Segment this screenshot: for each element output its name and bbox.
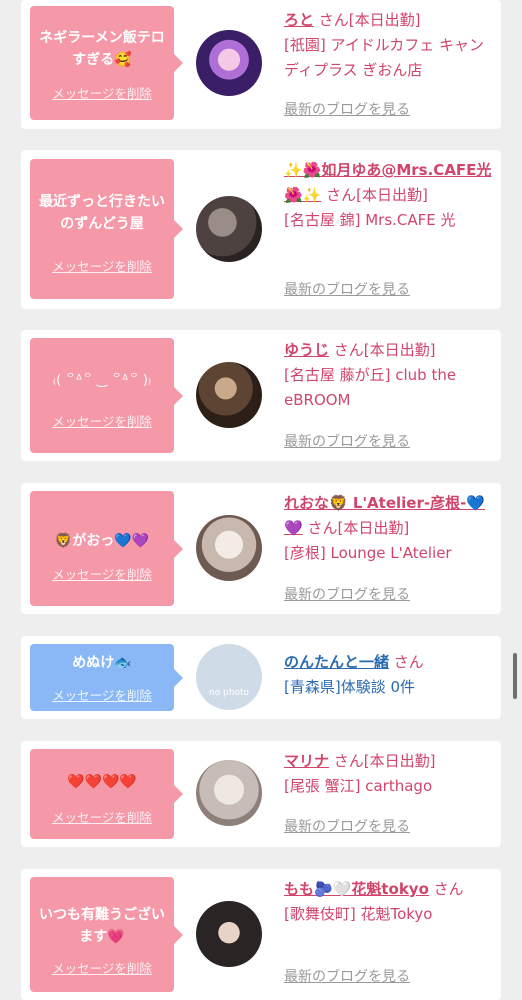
message-text: ネギラーメン飯テロすぎる🥰 [39,30,165,68]
avatar[interactable] [196,196,262,262]
delete-message-link[interactable]: メッセージを削除 [30,958,174,977]
avatar[interactable] [196,515,262,581]
shop-name: [名古屋 錦] Mrs.CAFE 光 [284,211,456,229]
message-card: めぬけ🐟 メッセージを削除 no photo のんたんと一緒 さん [青森県]体… [21,636,501,719]
user-name-link[interactable]: ろと [284,11,314,29]
user-name-link[interactable]: のんたんと一緒 [284,653,389,671]
avatar[interactable] [196,362,262,428]
message-card: ネギラーメン飯テロすぎる🥰 メッセージを削除 ろと さん[本日出勤] [祇園] … [21,0,501,129]
user-suffix: さん[本日出勤] [318,11,421,29]
user-info: れおな🦁 L'Atelier-彦根-💙💜 さん[本日出勤] [彦根] Loung… [284,491,494,566]
avatar[interactable]: no photo [196,644,262,710]
avatar[interactable] [196,760,262,826]
message-bubble: 最近ずっと行きたいのずんどう屋 メッセージを削除 [30,159,183,299]
delete-message-link[interactable]: メッセージを削除 [30,256,174,275]
delete-message-link[interactable]: メッセージを削除 [30,564,174,583]
latest-blog-link[interactable]: 最新のブログを見る [284,431,410,451]
user-name-link[interactable]: ゆうじ [284,341,329,359]
message-text: ₍( ꒪ᐞ꒪ ‿ ꒪ᐞ꒪ )₎ [52,373,152,388]
user-info: のんたんと一緒 さん [青森県]体験談 0件 [284,650,494,700]
message-card: ₍( ꒪ᐞ꒪ ‿ ꒪ᐞ꒪ )₎ メッセージを削除 ゆうじ さん[本日出勤] [名… [21,330,501,461]
user-name-link[interactable]: マリナ [284,752,329,770]
user-suffix: さん[本日出勤] [333,752,436,770]
user-suffix: さん[本日出勤] [307,519,410,537]
avatar[interactable] [196,901,262,967]
message-card: 🦁がおっ💙💜 メッセージを削除 れおな🦁 L'Atelier-彦根-💙💜 さん[… [21,483,501,614]
message-card: いつも有難うございます💗 メッセージを削除 もも🫐🤍花魁tokyo さん [歌舞… [21,869,501,1000]
delete-message-link[interactable]: メッセージを削除 [30,807,174,826]
shop-name: [彦根] Lounge L'Atelier [284,544,452,562]
latest-blog-link[interactable]: 最新のブログを見る [284,816,410,836]
avatar[interactable] [196,30,262,96]
message-text: めぬけ🐟 [72,655,132,671]
no-photo-label: no photo [208,688,250,698]
shop-name: [祇園] アイドルカフェ キャンディプラス ぎおん店 [284,36,485,79]
message-bubble: ネギラーメン飯テロすぎる🥰 メッセージを削除 [30,6,183,120]
message-text: 最近ずっと行きたいのずんどう屋 [39,194,165,232]
shop-name: [青森県]体験談 0件 [284,678,416,696]
user-info: ゆうじ さん[本日出勤] [名古屋 藤が丘] club the eBROOM [284,338,494,413]
shop-name: [尾張 蟹江] carthago [284,777,433,795]
message-bubble: いつも有難うございます💗 メッセージを削除 [30,877,183,992]
latest-blog-link[interactable]: 最新のブログを見る [284,966,410,986]
user-info: マリナ さん[本日出勤] [尾張 蟹江] carthago [284,749,494,799]
latest-blog-link[interactable]: 最新のブログを見る [284,279,410,299]
delete-message-link[interactable]: メッセージを削除 [30,411,174,430]
user-suffix: さん [433,880,464,898]
message-bubble: ₍( ꒪ᐞ꒪ ‿ ꒪ᐞ꒪ )₎ メッセージを削除 [30,338,183,453]
scrollbar-thumb[interactable] [513,653,517,699]
delete-message-link[interactable]: メッセージを削除 [30,685,174,704]
user-suffix: さん[本日出勤] [326,186,428,204]
message-card: 最近ずっと行きたいのずんどう屋 メッセージを削除 ✨🌺如月ゆあ@Mrs.CAFE… [21,150,501,309]
user-info: ✨🌺如月ゆあ@Mrs.CAFE光🌺✨ さん[本日出勤] [名古屋 錦] Mrs.… [284,158,494,233]
message-text: 🦁がおっ💙💜 [54,533,150,549]
latest-blog-link[interactable]: 最新のブログを見る [284,584,410,604]
shop-name: [名古屋 藤が丘] club the eBROOM [284,366,457,409]
user-suffix: さん [393,653,424,671]
user-info: もも🫐🤍花魁tokyo さん [歌舞伎町] 花魁Tokyo [284,877,494,927]
user-suffix: さん[本日出勤] [333,341,436,359]
user-name-link[interactable]: もも🫐🤍花魁tokyo [284,880,429,898]
message-bubble: 🦁がおっ💙💜 メッセージを削除 [30,491,183,606]
message-card: ❤️❤️❤️❤️ メッセージを削除 マリナ さん[本日出勤] [尾張 蟹江] c… [21,741,501,847]
message-bubble: ❤️❤️❤️❤️ メッセージを削除 [30,749,183,839]
user-info: ろと さん[本日出勤] [祇園] アイドルカフェ キャンディプラス ぎおん店 [284,8,494,83]
message-text: ❤️❤️❤️❤️ [67,774,137,790]
shop-name: [歌舞伎町] 花魁Tokyo [284,905,433,923]
latest-blog-link[interactable]: 最新のブログを見る [284,99,410,119]
delete-message-link[interactable]: メッセージを削除 [30,83,174,102]
message-text: いつも有難うございます💗 [39,907,165,945]
message-bubble: めぬけ🐟 メッセージを削除 [30,644,183,711]
